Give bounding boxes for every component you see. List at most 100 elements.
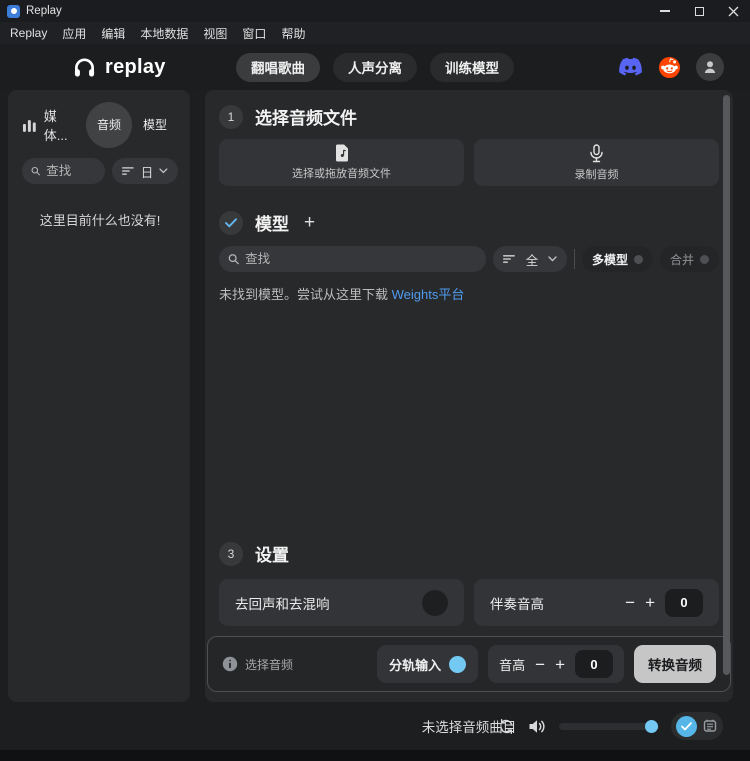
split-track-toggle[interactable]: 分轨输入 bbox=[377, 645, 478, 683]
model-sort-dropdown[interactable]: 全 bbox=[493, 246, 567, 272]
deecho-setting[interactable]: 去回声和去混响 bbox=[219, 579, 464, 626]
deecho-toggle-knob[interactable] bbox=[422, 590, 448, 616]
reddit-icon[interactable] bbox=[658, 56, 681, 79]
volume-slider[interactable] bbox=[559, 723, 659, 730]
sort-icon bbox=[503, 254, 516, 264]
discord-icon[interactable] bbox=[618, 57, 643, 77]
menu-view[interactable]: 视图 bbox=[203, 25, 227, 42]
main-scrollbar[interactable] bbox=[723, 95, 730, 675]
menu-local-data[interactable]: 本地数据 bbox=[140, 25, 188, 42]
titlebar-title: Replay bbox=[26, 5, 62, 17]
tab-vocal-separation[interactable]: 人声分离 bbox=[333, 53, 417, 82]
sidebar-header: 媒体... 音频 模型 bbox=[22, 102, 178, 148]
model-search[interactable] bbox=[219, 246, 486, 272]
sidebar-tab-audio[interactable]: 音频 bbox=[86, 102, 132, 148]
step2-check-badge bbox=[219, 211, 243, 235]
media-bars-icon bbox=[22, 118, 37, 133]
app-icon bbox=[7, 5, 20, 18]
pitch-plus-button[interactable]: + bbox=[555, 656, 565, 673]
user-icon bbox=[702, 59, 718, 75]
check-icon bbox=[225, 218, 237, 228]
bottom-strip bbox=[0, 750, 750, 761]
close-icon bbox=[728, 6, 739, 17]
settings-cards-row: 去回声和去混响 伴奏音高 − + 0 bbox=[219, 579, 719, 626]
accompaniment-pitch-plus-button[interactable]: + bbox=[645, 594, 655, 611]
merge-label: 合并 bbox=[670, 251, 694, 268]
user-avatar-button[interactable] bbox=[696, 53, 724, 81]
model-sort-label: 全 bbox=[526, 250, 539, 269]
multi-model-toggle[interactable]: 多模型 bbox=[582, 246, 653, 272]
multi-model-toggle-dot bbox=[634, 255, 643, 264]
sidebar-sort-dropdown[interactable]: 日 bbox=[112, 158, 178, 184]
output-device-icon[interactable] bbox=[702, 718, 718, 734]
header: replay 翻唱歌曲 人声分离 训练模型 bbox=[0, 44, 750, 90]
microphone-icon bbox=[589, 144, 604, 163]
menu-window[interactable]: 窗口 bbox=[242, 25, 266, 42]
add-model-button[interactable]: + bbox=[304, 212, 315, 234]
sidebar-sort-label: 日 bbox=[141, 162, 154, 181]
step1-buttons-row: 选择或拖放音频文件 录制音频 bbox=[219, 139, 719, 186]
app-logo: replay bbox=[72, 55, 166, 80]
merge-toggle[interactable]: 合并 bbox=[660, 246, 719, 272]
step3-number-badge: 3 bbox=[219, 542, 243, 566]
window-minimize-button[interactable] bbox=[648, 0, 682, 22]
deecho-label: 去回声和去混响 bbox=[235, 593, 330, 613]
window-close-button[interactable] bbox=[716, 0, 750, 22]
step1-title: 选择音频文件 bbox=[255, 104, 357, 129]
record-audio-button[interactable]: 录制音频 bbox=[474, 139, 719, 186]
menubar: Replay 应用 编辑 本地数据 视图 窗口 帮助 bbox=[0, 22, 750, 44]
accompaniment-pitch-label: 伴奏音高 bbox=[490, 593, 544, 613]
menu-help[interactable]: 帮助 bbox=[281, 25, 305, 42]
pitch-minus-button[interactable]: − bbox=[535, 656, 545, 673]
menu-app[interactable]: 应用 bbox=[62, 25, 86, 42]
accompaniment-pitch-minus-button[interactable]: − bbox=[625, 594, 635, 611]
tab-cover-song[interactable]: 翻唱歌曲 bbox=[236, 53, 320, 82]
check-icon bbox=[681, 722, 692, 731]
header-right bbox=[618, 53, 724, 81]
info-icon bbox=[222, 656, 238, 672]
convert-audio-button[interactable]: 转换音频 bbox=[634, 645, 716, 683]
accompaniment-pitch-value[interactable]: 0 bbox=[665, 589, 703, 617]
maximize-icon bbox=[695, 7, 704, 16]
model-controls-row: 全 多模型 合并 bbox=[219, 246, 719, 272]
music-file-icon bbox=[334, 144, 350, 162]
sidebar-tab-audio-label: 音频 bbox=[97, 117, 121, 133]
sidebar-title: 媒体... bbox=[44, 106, 80, 144]
step3-header: 3 设置 bbox=[219, 541, 719, 566]
output-device-group bbox=[671, 712, 723, 740]
menu-edit[interactable]: 编辑 bbox=[101, 25, 125, 42]
main-tabs: 翻唱歌曲 人声分离 训练模型 bbox=[236, 53, 514, 82]
autoplay-check-button[interactable] bbox=[676, 716, 697, 737]
main-panel: 1 选择音频文件 选择或拖放音频文件 bbox=[205, 90, 733, 702]
conversion-action-bar: 选择音频 分轨输入 音高 − + 0 转换音频 bbox=[207, 636, 731, 692]
volume-icon[interactable] bbox=[528, 718, 547, 735]
pick-audio-file-label: 选择或拖放音频文件 bbox=[292, 165, 391, 181]
window-maximize-button[interactable] bbox=[682, 0, 716, 22]
pitch-value[interactable]: 0 bbox=[575, 650, 613, 678]
player-controls bbox=[497, 702, 723, 750]
step2-header: 模型 + bbox=[219, 210, 719, 235]
chevron-down-icon bbox=[159, 168, 168, 174]
sidebar-search-input[interactable] bbox=[46, 164, 96, 178]
merge-toggle-dot bbox=[700, 255, 709, 264]
step1-number-badge: 1 bbox=[219, 105, 243, 129]
model-search-input[interactable] bbox=[245, 252, 477, 266]
accompaniment-pitch-stepper: − + 0 bbox=[625, 589, 703, 617]
headphones-logo-icon bbox=[72, 55, 97, 80]
sort-icon bbox=[122, 166, 135, 176]
sidebar-tab-model[interactable]: 模型 bbox=[132, 102, 178, 148]
menu-replay[interactable]: Replay bbox=[10, 26, 47, 40]
loop-icon[interactable] bbox=[497, 717, 516, 736]
sidebar-search[interactable] bbox=[22, 158, 105, 184]
split-track-label: 分轨输入 bbox=[389, 655, 441, 674]
step3-title: 设置 bbox=[255, 541, 289, 566]
pick-audio-file-button[interactable]: 选择或拖放音频文件 bbox=[219, 139, 464, 186]
model-empty-text: 未找到模型。尝试从这里下载 bbox=[219, 287, 388, 302]
multi-model-label: 多模型 bbox=[592, 251, 628, 268]
media-sidebar: 媒体... 音频 模型 bbox=[8, 90, 190, 702]
app-window: Replay Replay 应用 编辑 本地数据 视图 窗口 帮助 replay bbox=[0, 0, 750, 761]
chevron-down-icon bbox=[548, 256, 557, 262]
weights-link[interactable]: Weights平台 bbox=[392, 287, 465, 302]
player-bar: 未选择音频曲目 bbox=[0, 702, 750, 750]
tab-train-model[interactable]: 训练模型 bbox=[430, 53, 514, 82]
